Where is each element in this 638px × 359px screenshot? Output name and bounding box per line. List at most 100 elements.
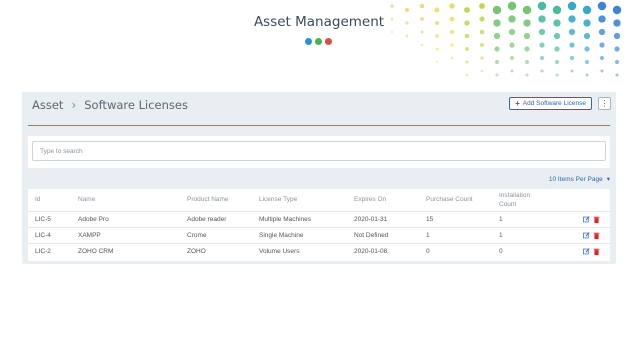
decorative-dot [567,1,577,11]
decorative-dot [390,4,394,8]
decorative-dot [507,1,517,11]
decorative-dot [585,73,589,77]
add-software-license-label: Add Software License [522,100,586,107]
row-actions [583,232,600,239]
cell-id: LIC-5 [35,215,51,223]
cell-name: ZOHO CRM [78,247,114,255]
cell-id: LIC-4 [35,231,51,239]
decorative-dot [420,30,424,34]
breadcrumb-current: Software Licenses [84,98,188,112]
decorative-dot [524,46,530,52]
decorative-dot [554,59,560,65]
decorative-dot [584,46,590,52]
decorative-dot [435,34,439,38]
decorative-dot [449,3,455,9]
decorative-dot [599,55,605,61]
decorative-dot [582,5,592,15]
decorative-dot [524,59,530,65]
decorative-dot [405,34,409,38]
decorative-dot [492,5,502,15]
chevron-right-icon: › [71,98,77,112]
decorative-dot [480,69,484,73]
more-options-button[interactable]: ⋮ [598,97,611,110]
decorative-dot [464,33,470,39]
decorative-dot [522,5,532,15]
cell-id: LIC-2 [35,247,51,255]
app-title: Asset Management [253,14,385,30]
decorative-dot [569,42,575,48]
table-row[interactable]: LIC-5 Adobe Pro Adobe reader Multiple Ma… [28,211,610,227]
decorative-dot [510,69,514,73]
decorative-dot [612,5,622,15]
delete-icon[interactable] [593,216,600,223]
column-header-name[interactable]: Name [78,196,95,204]
brand-dot-blue [305,38,312,45]
decorative-dot [405,8,409,12]
decorative-dot [615,73,619,77]
licenses-table: Id Name Product Name License Type Expire… [28,189,610,261]
decorative-dot [584,59,590,65]
decorative-dot [494,59,500,65]
table-row[interactable]: LIC-2 ZOHO CRM ZOHO Volume Users 2020-01… [28,243,610,259]
items-per-page-dropdown[interactable]: 10 Items Per Page ▾ [548,175,610,184]
decorative-dot [479,29,485,35]
decorative-dot [480,43,484,47]
decorative-dot [464,7,470,13]
cell-purchase-count: 15 [426,215,434,223]
decorative-dot [540,69,544,73]
decorative-dot [554,46,560,52]
table-row[interactable]: LIC-4 XAMPP Crome Single Machine Not Def… [28,227,610,243]
cell-purchase-count: 0 [426,247,430,255]
cell-installation-count: 1 [499,215,503,223]
edit-icon[interactable] [583,248,590,255]
decorative-dot [509,42,515,48]
cell-product-name: Crome [187,231,207,239]
breadcrumb: Asset › Software Licenses [32,98,188,112]
decorative-dot [570,69,574,73]
delete-icon[interactable] [593,248,600,255]
decorative-dot [493,32,501,40]
column-header-installation-count[interactable]: Installation Count [499,191,539,209]
decorative-dot [523,32,531,40]
decorative-dot [465,73,469,77]
decorative-dot [465,60,469,64]
column-header-product-name[interactable]: Product Name [187,196,229,204]
decorative-dot [449,29,455,35]
breadcrumb-root[interactable]: Asset [32,98,63,112]
decorative-dot [597,1,607,11]
decorative-dot [555,73,559,77]
decorative-dot [450,43,454,47]
brand-dot-green [315,38,322,45]
cell-installation-count: 1 [499,231,503,239]
search-placeholder: Type to search [40,147,83,155]
plus-icon: + [515,98,520,108]
decorative-dot [450,56,454,60]
row-actions [583,216,600,223]
column-header-purchase-count[interactable]: Purchase Count [426,196,473,204]
decorative-dot [614,46,620,52]
items-per-page-label: 10 Items Per Page [548,175,603,183]
decorative-dot [583,32,591,40]
cell-product-name: Adobe reader [187,215,227,223]
search-input[interactable]: Type to search [32,141,606,161]
cell-expires-on: 2020-01-31 [354,215,388,223]
decorative-dot [420,43,424,47]
cell-product-name: ZOHO [187,247,206,255]
decorative-dot [480,56,484,60]
column-header-expires-on[interactable]: Expires On [354,196,386,204]
search-card: Type to search [28,136,610,168]
column-header-license-type[interactable]: License Type [259,196,297,204]
edit-icon[interactable] [583,216,590,223]
decorative-dot [539,42,545,48]
add-software-license-button[interactable]: + Add Software License [509,97,592,110]
decorative-dot [600,69,604,73]
brand-dots [305,38,332,45]
decorative-dot [465,47,469,51]
delete-icon[interactable] [593,232,600,239]
row-actions [583,248,600,255]
caret-down-icon: ▾ [606,176,610,183]
vertical-ellipsis-icon: ⋮ [600,99,609,108]
edit-icon[interactable] [583,232,590,239]
cell-license-type: Volume Users [259,247,300,255]
column-header-id[interactable]: Id [35,196,40,204]
